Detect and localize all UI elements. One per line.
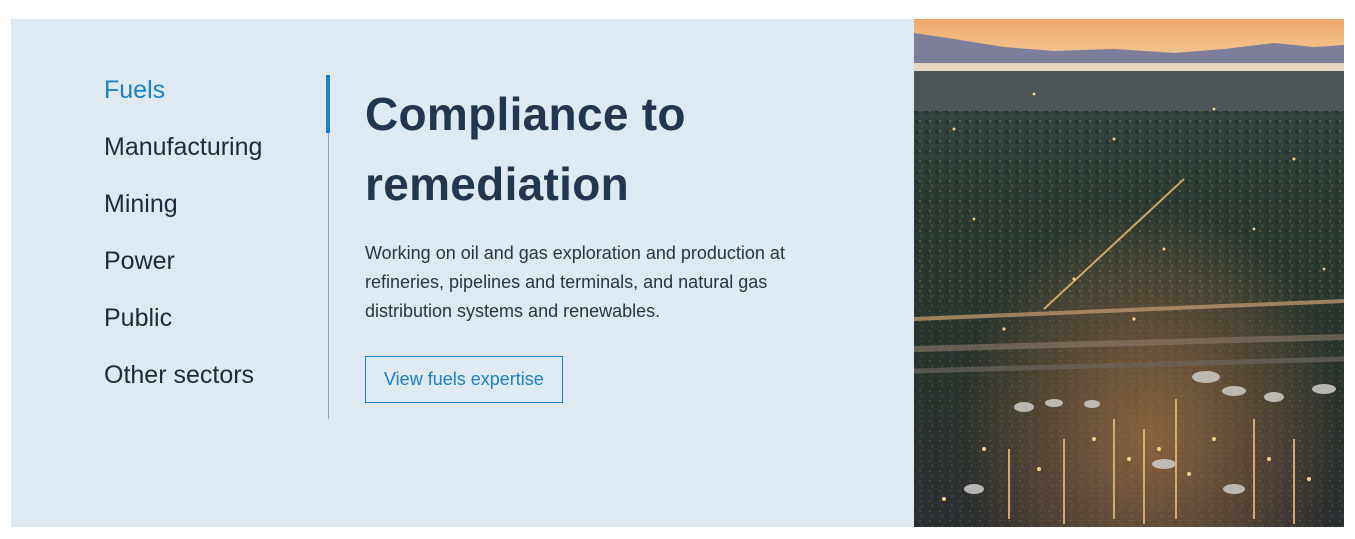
view-expertise-button[interactable]: View fuels expertise <box>365 356 563 403</box>
refinery-aerial-illustration <box>914 19 1344 527</box>
sector-content: Compliance to remediation Working on oil… <box>365 79 865 403</box>
sector-description: Working on oil and gas exploration and p… <box>365 243 785 321</box>
sector-heading: Compliance to remediation <box>365 79 865 219</box>
sector-heading-line1: Compliance to <box>365 88 686 140</box>
refinery-aerial-photo <box>914 19 1344 527</box>
sector-nav-item-manufacturing[interactable]: Manufacturing <box>104 132 324 162</box>
sector-nav-item-fuels[interactable]: Fuels <box>104 75 324 105</box>
sector-nav-item-public[interactable]: Public <box>104 303 324 333</box>
sector-nav-item-other-sectors[interactable]: Other sectors <box>104 360 324 390</box>
sector-heading-line2: remediation <box>365 158 630 210</box>
sector-panel: Fuels Manufacturing Mining Power Public … <box>11 19 914 527</box>
sector-nav-item-power[interactable]: Power <box>104 246 324 276</box>
nav-active-indicator <box>326 75 330 133</box>
sector-nav: Fuels Manufacturing Mining Power Public … <box>104 75 324 417</box>
sector-nav-item-mining[interactable]: Mining <box>104 189 324 219</box>
